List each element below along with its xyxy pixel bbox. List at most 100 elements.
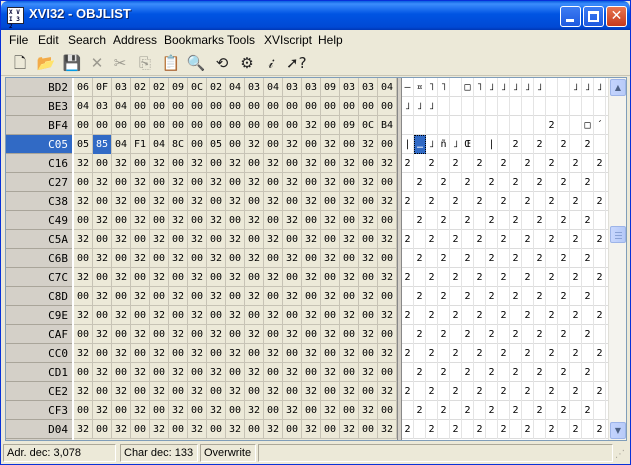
hex-byte[interactable]: 00 [359,97,378,116]
hex-byte[interactable]: 32 [321,401,340,420]
hex-byte[interactable]: 32 [188,268,207,287]
char-byte[interactable]: 2 [426,382,438,401]
char-byte[interactable] [486,230,498,249]
char-byte[interactable]: 2 [402,420,414,439]
char-byte[interactable]: 2 [474,154,486,173]
hex-byte[interactable]: 32 [74,192,93,211]
char-byte[interactable]: 2 [486,173,498,192]
hex-byte[interactable]: 32 [378,420,397,439]
hex-byte[interactable]: 32 [131,173,150,192]
char-byte[interactable]: 2 [534,325,546,344]
char-byte[interactable]: 2 [402,192,414,211]
hex-byte[interactable]: 32 [226,306,245,325]
hex-byte[interactable]: 02 [131,78,150,97]
hex-byte[interactable]: 05 [74,135,93,154]
hex-byte[interactable]: 00 [131,382,150,401]
hex-byte[interactable]: 32 [207,249,226,268]
hex-byte[interactable]: 32 [150,420,169,439]
char-byte[interactable]: 2 [522,344,534,363]
char-byte[interactable]: 2 [534,401,546,420]
char-byte[interactable]: ˥ [438,78,450,97]
char-byte[interactable] [462,97,474,116]
hex-byte[interactable]: 00 [169,268,188,287]
hex-byte[interactable]: 00 [169,116,188,135]
char-byte[interactable]: 2 [402,382,414,401]
hex-byte[interactable]: 32 [207,287,226,306]
char-byte[interactable] [450,97,462,116]
char-byte[interactable]: 2 [558,325,570,344]
char-byte[interactable] [534,116,546,135]
char-byte[interactable]: | [486,135,498,154]
char-byte[interactable]: □ [582,116,594,135]
hex-byte[interactable]: 00 [150,249,169,268]
hex-byte[interactable]: 00 [321,116,340,135]
hex-byte[interactable]: 00 [340,363,359,382]
hex-byte[interactable]: 00 [131,420,150,439]
char-byte[interactable]: | [402,135,414,154]
char-byte[interactable] [486,382,498,401]
copy-icon[interactable]: ⎘ [135,53,155,73]
hex-byte[interactable]: 00 [226,249,245,268]
char-byte[interactable]: 2 [570,268,582,287]
char-byte[interactable]: 2 [486,363,498,382]
char-byte[interactable]: 2 [414,325,426,344]
char-byte[interactable]: 2 [402,306,414,325]
char-byte[interactable]: 2 [438,325,450,344]
hex-byte[interactable]: 00 [226,97,245,116]
char-byte[interactable] [402,173,414,192]
char-byte[interactable]: ˩ [498,78,510,97]
hex-byte[interactable]: 0C [359,116,378,135]
maximize-button[interactable] [583,6,604,27]
char-byte[interactable] [450,249,462,268]
hex-byte[interactable]: 00 [378,211,397,230]
hex-byte[interactable]: 32 [340,154,359,173]
hex-byte[interactable]: 00 [112,325,131,344]
char-byte[interactable]: 2 [510,135,522,154]
hex-byte[interactable]: 32 [302,268,321,287]
cut-icon[interactable]: ✂ [110,53,130,73]
hex-byte[interactable]: 00 [359,344,378,363]
char-byte[interactable]: 2 [522,382,534,401]
hex-byte[interactable]: 00 [112,116,131,135]
hex-byte[interactable]: 32 [207,211,226,230]
char-byte[interactable] [546,363,558,382]
char-byte[interactable] [474,211,486,230]
hex-byte[interactable]: 32 [378,344,397,363]
hex-byte[interactable]: 00 [131,192,150,211]
char-byte[interactable]: 2 [570,306,582,325]
hex-byte[interactable]: 00 [283,230,302,249]
hex-byte[interactable]: 32 [112,268,131,287]
char-byte[interactable]: 2 [582,287,594,306]
hex-byte[interactable]: 00 [340,287,359,306]
hex-byte[interactable]: 00 [93,344,112,363]
hex-byte[interactable]: 00 [188,97,207,116]
char-byte[interactable]: 2 [414,173,426,192]
char-byte[interactable]: ˩ [426,135,438,154]
char-byte[interactable] [462,268,474,287]
char-byte[interactable] [570,401,582,420]
hex-byte[interactable]: 00 [340,325,359,344]
char-byte[interactable] [594,325,606,344]
hex-byte[interactable]: 32 [207,325,226,344]
char-byte[interactable] [510,306,522,325]
char-byte[interactable] [498,173,510,192]
char-byte[interactable] [486,306,498,325]
hex-byte[interactable]: 00 [207,230,226,249]
char-byte[interactable] [558,306,570,325]
hex-byte[interactable]: 32 [378,230,397,249]
hex-byte[interactable]: 00 [169,192,188,211]
char-byte[interactable]: 2 [594,154,606,173]
char-byte[interactable]: 2 [414,249,426,268]
hex-byte[interactable]: 00 [321,154,340,173]
hex-byte[interactable]: 00 [93,420,112,439]
char-byte[interactable] [438,344,450,363]
char-byte[interactable]: 2 [558,287,570,306]
char-byte[interactable]: 2 [582,401,594,420]
hex-byte[interactable]: 00 [302,363,321,382]
hex-byte[interactable]: 00 [188,401,207,420]
char-byte[interactable] [582,268,594,287]
hex-byte[interactable]: 00 [283,97,302,116]
char-byte[interactable] [594,97,606,116]
hex-byte[interactable]: 00 [283,420,302,439]
char-byte[interactable]: ˥ [474,78,486,97]
